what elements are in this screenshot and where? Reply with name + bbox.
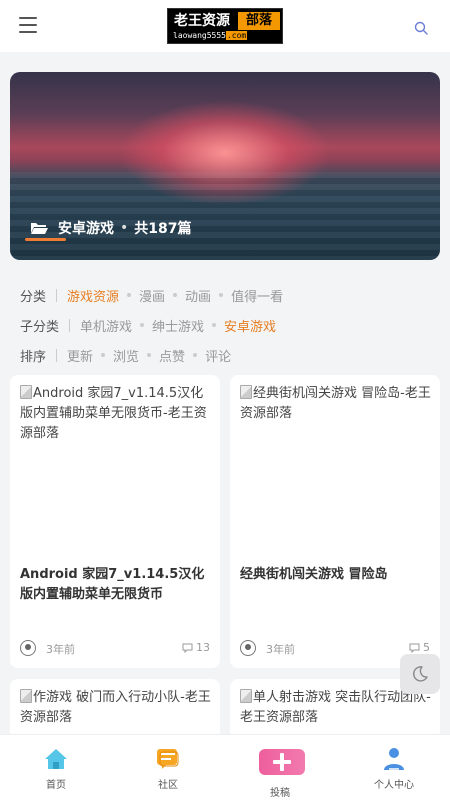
dot-separator	[147, 353, 152, 357]
post-thumbnail-alt: Android 家园7_v1.14.5汉化版内置辅助菜单无限货币-老王资源部落	[20, 386, 207, 441]
nav-post-label: 投稿	[270, 788, 290, 799]
filter-category-label: 分类	[20, 289, 47, 305]
banner-underline	[25, 238, 66, 241]
filter-option-anime[interactable]: 动画	[185, 286, 211, 305]
banner-count: 共187篇	[134, 221, 192, 237]
plus-icon	[259, 749, 305, 775]
nav-home-label: 首页	[46, 780, 66, 791]
divider	[56, 348, 58, 362]
top-header: 老王资源 部落 laowang5555.com	[0, 0, 450, 52]
post-meta: 3年前 13	[20, 638, 210, 658]
post-card[interactable]: Android 家园7_v1.14.5汉化版内置辅助菜单无限货币-老王资源部落 …	[10, 375, 220, 668]
post-title[interactable]: 经典街机闯关游戏 冒险岛	[240, 565, 434, 585]
broken-image-icon	[240, 689, 252, 703]
post-thumbnail-alt: 单人射击游戏 突击队行动团队-老王资源部落	[240, 690, 431, 725]
filter-sort-row: 排序 更新 浏览 点赞 评论	[20, 345, 231, 365]
comment-count: 5	[409, 641, 430, 654]
dot-separator	[101, 353, 106, 357]
post-thumbnail[interactable]: 作游戏 破门而入行动小队-老王资源部落	[20, 688, 212, 728]
user-icon	[384, 748, 404, 770]
filter-option-android-games[interactable]: 安卓游戏	[224, 316, 276, 335]
sort-option-comments[interactable]: 评论	[205, 346, 231, 365]
nav-home[interactable]: 首页	[0, 735, 112, 800]
nav-profile-label: 个人中心	[374, 780, 414, 791]
dark-mode-toggle[interactable]	[400, 654, 440, 694]
sort-option-updated[interactable]: 更新	[67, 346, 93, 365]
filter-subcategory-row: 子分类 单机游戏 绅士游戏 安卓游戏	[20, 315, 276, 335]
bottom-nav: 首页 社区 投稿 个人中心	[0, 734, 450, 800]
banner-category: 安卓游戏	[58, 221, 114, 237]
comment-icon	[409, 643, 420, 653]
banner-separator: •	[120, 220, 129, 236]
filter-subcategory-label: 子分类	[20, 319, 60, 335]
logo-domain: laowang5555.com	[173, 31, 248, 40]
post-thumbnail[interactable]: 单人射击游戏 突击队行动团队-老王资源部落	[240, 688, 432, 728]
nav-community-label: 社区	[158, 780, 178, 791]
nav-profile[interactable]: 个人中心	[338, 735, 450, 800]
dot-separator	[219, 293, 224, 297]
broken-image-icon	[240, 385, 252, 399]
post-thumbnail[interactable]: Android 家园7_v1.14.5汉化版内置辅助菜单无限货币-老王资源部落	[20, 384, 212, 444]
sort-option-views[interactable]: 浏览	[113, 346, 139, 365]
post-time: 3年前	[46, 643, 75, 656]
nav-community[interactable]: 社区	[112, 735, 224, 800]
community-icon	[157, 749, 179, 769]
filter-sort-label: 排序	[20, 349, 47, 365]
filter-option-comics[interactable]: 漫画	[139, 286, 165, 305]
search-icon[interactable]	[414, 20, 428, 35]
post-thumbnail-alt: 作游戏 破门而入行动小队-老王资源部落	[20, 690, 211, 725]
post-time: 3年前	[266, 643, 295, 656]
post-thumbnail-alt: 经典街机闯关游戏 冒险岛-老王资源部落	[240, 386, 431, 421]
logo-tag: 部落	[238, 12, 280, 30]
nav-post[interactable]: 投稿	[224, 735, 336, 800]
dot-separator	[193, 353, 198, 357]
category-banner: 安卓游戏 • 共187篇	[10, 72, 440, 260]
logo-text: 老王资源	[174, 13, 230, 29]
dot-separator	[127, 293, 132, 297]
folder-icon	[31, 223, 48, 234]
post-card[interactable]: 经典街机闯关游戏 冒险岛-老王资源部落 经典街机闯关游戏 冒险岛 3年前 5	[230, 375, 440, 668]
post-thumbnail[interactable]: 经典街机闯关游戏 冒险岛-老王资源部落	[240, 384, 432, 424]
divider	[69, 318, 71, 332]
comment-count: 13	[182, 641, 210, 654]
filter-option-worth-watching[interactable]: 值得一看	[231, 286, 283, 305]
sort-option-likes[interactable]: 点赞	[159, 346, 185, 365]
divider	[56, 288, 58, 302]
dot-separator	[212, 323, 217, 327]
site-logo[interactable]: 老王资源 部落 laowang5555.com	[167, 8, 283, 44]
dot-separator	[140, 323, 145, 327]
banner-info: 安卓游戏 • 共187篇	[30, 218, 192, 238]
filter-option-gentleman-games[interactable]: 绅士游戏	[152, 316, 204, 335]
filter-option-game-resources[interactable]: 游戏资源	[67, 286, 119, 305]
post-meta: 3年前 5	[240, 638, 430, 658]
moon-icon	[413, 666, 428, 682]
author-avatar[interactable]	[20, 640, 36, 656]
post-card[interactable]: 作游戏 破门而入行动小队-老王资源部落	[10, 679, 220, 739]
broken-image-icon	[20, 385, 32, 399]
banner-texture	[10, 172, 440, 260]
filter-option-standalone-games[interactable]: 单机游戏	[80, 316, 132, 335]
post-title[interactable]: Android 家园7_v1.14.5汉化版内置辅助菜单无限货币	[20, 565, 214, 605]
dot-separator	[173, 293, 178, 297]
filter-category-row: 分类 游戏资源 漫画 动画 值得一看	[20, 285, 283, 305]
menu-icon[interactable]	[19, 17, 39, 35]
author-avatar[interactable]	[240, 640, 256, 656]
comment-icon	[182, 643, 193, 653]
broken-image-icon	[20, 689, 32, 703]
home-icon	[45, 749, 67, 769]
